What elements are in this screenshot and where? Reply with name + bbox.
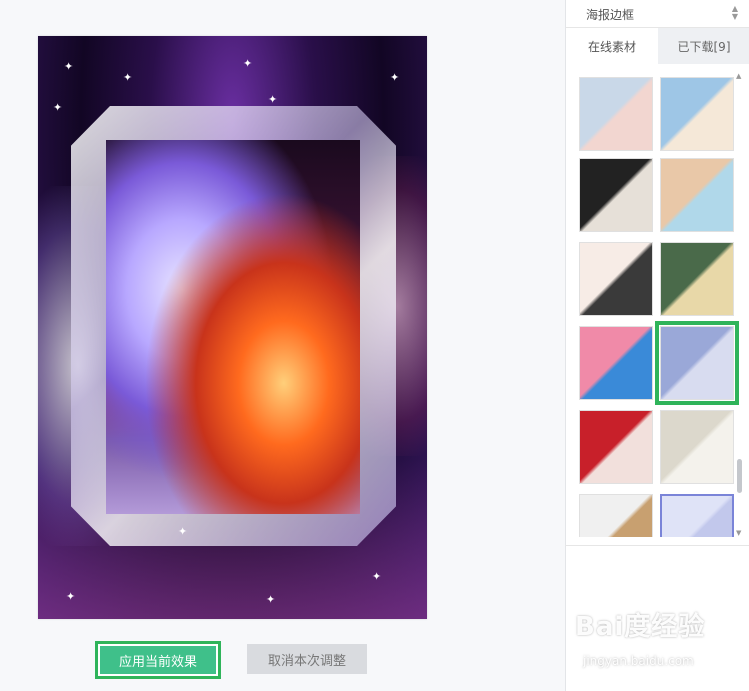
frame-thumbnail[interactable] xyxy=(579,494,653,537)
sparkle-icon: ✦ xyxy=(372,570,382,583)
source-tabs: 在线素材 已下载[9] xyxy=(566,28,749,64)
sparkle-icon: ✦ xyxy=(178,525,188,538)
sparkle-icon: ✦ xyxy=(243,57,253,70)
tab-downloaded[interactable]: 已下载[9] xyxy=(658,28,749,64)
frame-thumbnail[interactable] xyxy=(660,410,734,484)
sparkle-icon: ✦ xyxy=(53,101,63,114)
scroll-down-icon[interactable]: ▼ xyxy=(736,529,741,537)
panel-divider xyxy=(565,545,749,546)
frame-thumbnail[interactable] xyxy=(660,77,734,151)
frame-thumbnail[interactable] xyxy=(579,158,653,232)
watermark-logo-text: Bai度经验 xyxy=(575,612,706,642)
frame-panel: 海报边框 ▲ ▼ 在线素材 已下载[9] xyxy=(565,0,749,691)
frame-thumbnail[interactable] xyxy=(579,242,653,316)
frame-thumbnail[interactable] xyxy=(660,158,734,232)
frame-thumbnail[interactable] xyxy=(660,494,734,537)
sparkle-icon: ✦ xyxy=(268,93,278,106)
frame-thumbnail[interactable] xyxy=(660,242,734,316)
cancel-adjust-button[interactable]: 取消本次调整 xyxy=(247,644,367,674)
preview-area: ✦ ✦ ✦ ✦ ✦ ✦ ✦ ✦ ✦ ✦ 应用当前效果 取消本次调整 xyxy=(0,0,565,691)
apply-effect-label: 应用当前效果 xyxy=(100,646,216,674)
sparkle-icon: ✦ xyxy=(123,71,133,84)
poster-preview: ✦ ✦ ✦ ✦ ✦ ✦ ✦ ✦ ✦ ✦ xyxy=(38,36,427,619)
sparkle-icon: ✦ xyxy=(390,71,400,84)
frame-thumbnail[interactable] xyxy=(579,410,653,484)
frame-thumbnail[interactable] xyxy=(579,326,653,400)
frame-thumbnail[interactable] xyxy=(579,77,653,151)
tab-online-materials[interactable]: 在线素材 xyxy=(566,28,658,64)
photo-winter-trees xyxy=(106,140,360,514)
sparkle-icon: ✦ xyxy=(266,593,276,606)
category-dropdown[interactable]: 海报边框 ▲ ▼ xyxy=(566,0,749,28)
scroll-thumb[interactable] xyxy=(737,459,742,493)
sort-arrows-icon: ▲ ▼ xyxy=(731,4,738,21)
sparkle-icon: ✦ xyxy=(64,60,74,73)
scroll-up-icon[interactable]: ▲ xyxy=(736,72,741,80)
category-dropdown-label: 海报边框 xyxy=(586,8,635,22)
thumbnail-scrollbar[interactable]: ▲ ▼ xyxy=(736,72,744,537)
frame-thumbnail[interactable] xyxy=(655,321,739,405)
apply-effect-button[interactable]: 应用当前效果 xyxy=(95,641,221,679)
thumbnail-grid xyxy=(566,72,741,537)
watermark-url: jingyan.baidu.com xyxy=(583,654,694,668)
sparkle-icon: ✦ xyxy=(66,590,76,603)
baidu-jingyan-watermark: Bai度经验 jingyan.baidu.com xyxy=(575,606,745,682)
